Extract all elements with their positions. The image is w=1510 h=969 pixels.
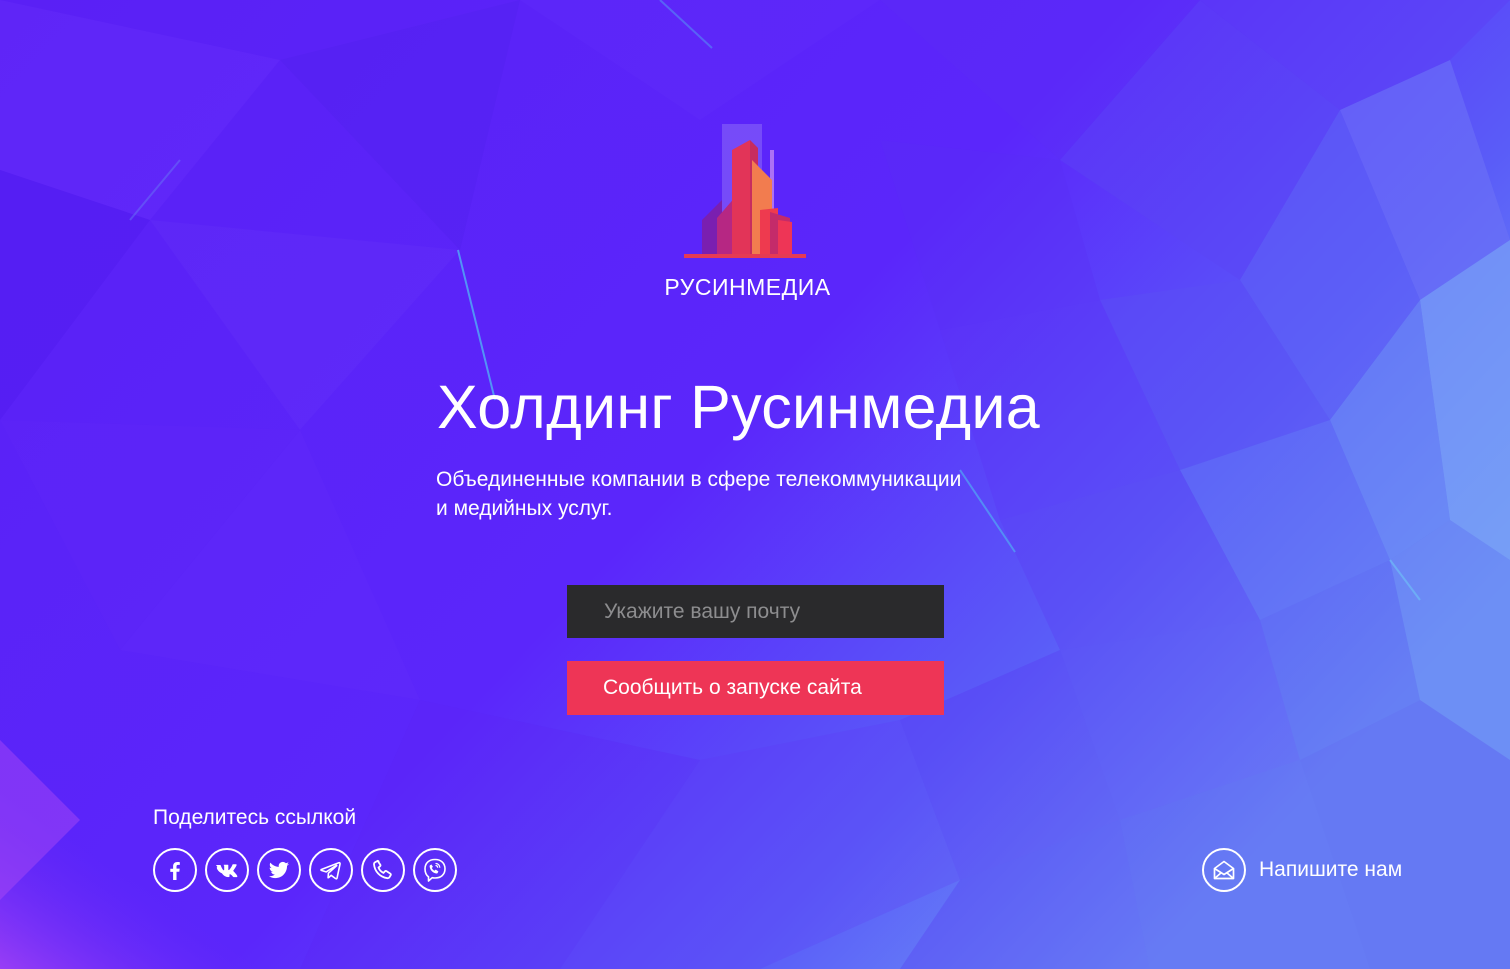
viber-share-button[interactable] bbox=[413, 848, 457, 892]
facebook-icon bbox=[170, 862, 180, 880]
phone-share-button[interactable] bbox=[361, 848, 405, 892]
vk-icon bbox=[216, 864, 238, 878]
write-to-us-label: Напишите нам bbox=[1259, 858, 1403, 881]
twitter-share-button[interactable] bbox=[257, 848, 301, 892]
phone-icon bbox=[373, 859, 392, 880]
email-input[interactable] bbox=[567, 585, 944, 638]
facebook-share-button[interactable] bbox=[153, 848, 197, 892]
brand-name: РУСИНМЕДИА bbox=[664, 274, 831, 300]
mail-icon bbox=[1213, 860, 1235, 880]
write-to-us-link[interactable]: Напишите нам bbox=[1202, 848, 1402, 892]
telegram-share-button[interactable] bbox=[309, 848, 353, 892]
notify-launch-button[interactable]: Сообщить о запуске сайта bbox=[567, 661, 944, 715]
telegram-icon bbox=[320, 861, 341, 880]
viber-icon bbox=[424, 858, 446, 882]
social-share-list bbox=[153, 848, 457, 892]
page-subtitle: Объединенные компании в сфере телекоммун… bbox=[436, 465, 1076, 523]
twitter-icon bbox=[269, 861, 289, 879]
subtitle-line-1: Объединенные компании в сфере телекоммун… bbox=[436, 468, 962, 491]
share-label: Поделитесь ссылкой bbox=[153, 806, 357, 829]
subtitle-line-2: и медийных услуг. bbox=[436, 497, 613, 520]
buildings-logo-icon bbox=[684, 124, 806, 258]
mail-icon-circle bbox=[1202, 848, 1246, 892]
page-title: Холдинг Русинмедиа bbox=[436, 373, 1040, 441]
vk-share-button[interactable] bbox=[205, 848, 249, 892]
